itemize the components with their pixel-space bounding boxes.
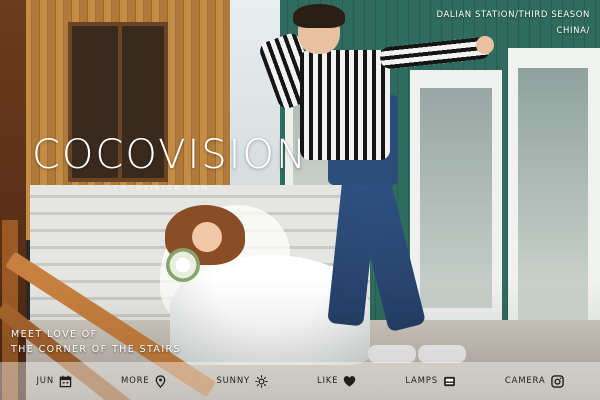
location-line: DALIAN STATION/THIRD SEASON bbox=[436, 10, 590, 20]
nav-item-more[interactable]: MORE bbox=[120, 374, 168, 388]
nav-item-label: LIKE bbox=[316, 376, 339, 386]
nav-item-jun[interactable]: JUN bbox=[36, 375, 72, 388]
sun-icon bbox=[255, 374, 268, 388]
nav-item-lamps[interactable]: LAMPS bbox=[405, 375, 456, 388]
lamp-icon bbox=[444, 376, 455, 386]
nav-item-label: SUNNY bbox=[216, 376, 250, 386]
nav-item-like[interactable]: LIKE bbox=[317, 375, 356, 388]
nav-item-camera[interactable]: CAMERA bbox=[504, 374, 564, 388]
location-line: CHINA/ bbox=[556, 26, 590, 36]
caption-line: MEET LOVE OF bbox=[11, 329, 98, 340]
nav-item-label: LAMPS bbox=[405, 376, 438, 386]
nav-item-label: JUN bbox=[36, 376, 54, 386]
wedding-photo-page: COCOVISION COCOVISION.COM DALIAN STATION… bbox=[0, 0, 600, 400]
nav-item-label: MORE bbox=[120, 376, 150, 386]
calendar-icon bbox=[59, 375, 72, 387]
bottom-nav-bar: JUN MORE SUNNY LIKE LAMPS CAMERA bbox=[0, 362, 600, 400]
brand-url: COCOVISION.COM bbox=[113, 185, 211, 192]
location-pin-icon bbox=[156, 374, 166, 388]
camera-icon bbox=[550, 374, 564, 388]
nav-item-label: CAMERA bbox=[504, 376, 546, 386]
nav-item-sunny[interactable]: SUNNY bbox=[216, 374, 268, 388]
brand-logo: COCOVISION bbox=[32, 132, 308, 178]
location-label: DALIAN STATION/THIRD SEASON CHINA/ bbox=[437, 7, 591, 39]
photo-caption: MEET LOVE OF THE CORNER OF THE STAIRS bbox=[11, 327, 181, 357]
heart-icon bbox=[344, 375, 356, 387]
caption-line: THE CORNER OF THE STAIRS bbox=[11, 344, 181, 355]
